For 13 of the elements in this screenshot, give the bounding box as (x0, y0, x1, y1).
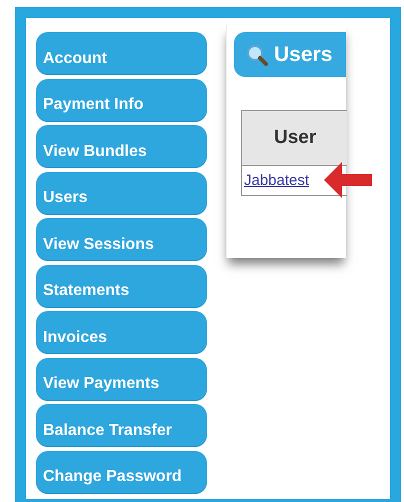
menu-button[interactable]: View Bundles (36, 125, 207, 168)
menu-button[interactable]: Account (36, 32, 207, 75)
menu-button[interactable]: Users (36, 172, 207, 214)
menu-button[interactable]: Statements (36, 264, 207, 308)
column-header: User (242, 110, 347, 166)
panel-title: Users (274, 42, 332, 66)
menu-button[interactable]: Invoices (36, 311, 207, 354)
search-icon (246, 44, 268, 66)
menu-button[interactable]: Payment Info (36, 78, 207, 122)
menu-button[interactable]: View Sessions (36, 218, 207, 261)
menu-button[interactable]: View Payments (36, 358, 207, 400)
menu-button[interactable]: Change Password (36, 450, 207, 494)
menu-button[interactable]: Balance Transfer (36, 404, 207, 447)
